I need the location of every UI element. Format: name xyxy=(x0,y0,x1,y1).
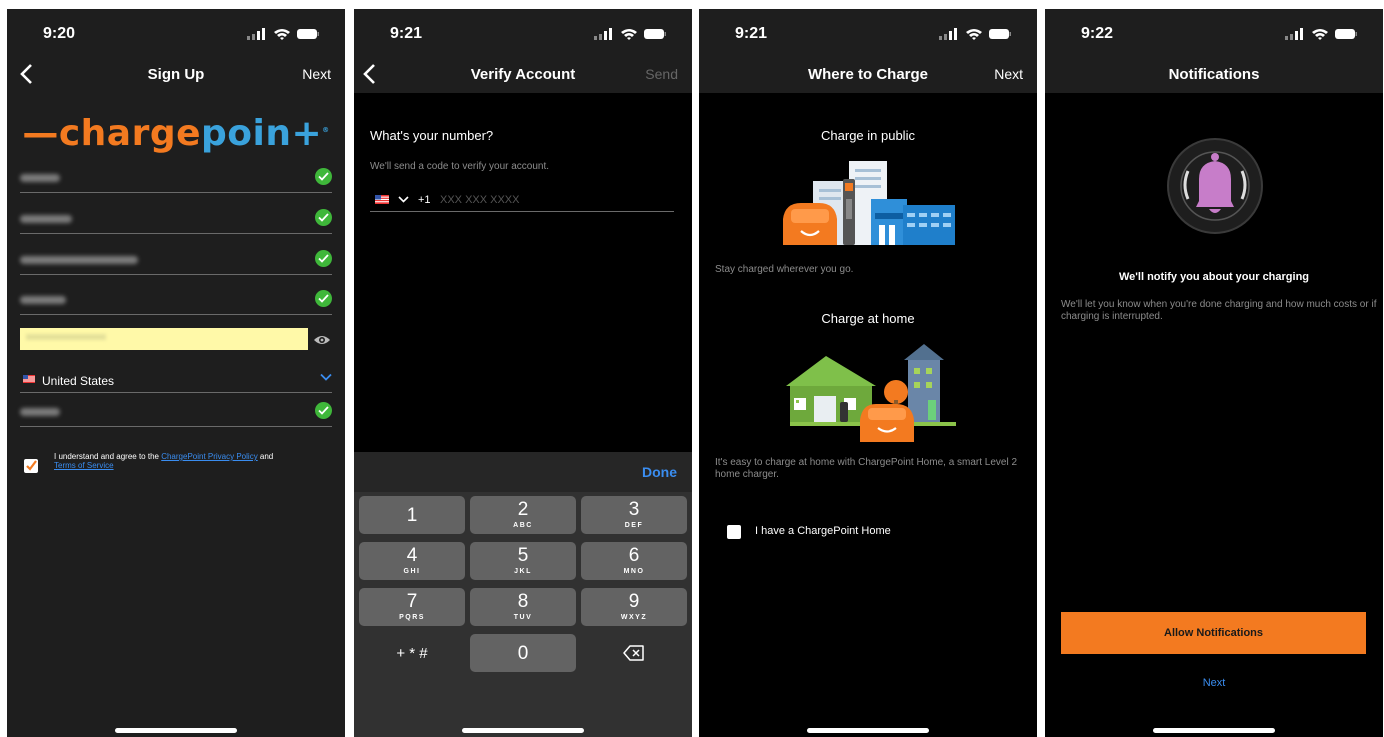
zip-code-field[interactable] xyxy=(20,399,332,427)
eye-icon[interactable] xyxy=(313,334,331,346)
city-charging-illustration xyxy=(783,161,955,245)
key-4[interactable]: 4 GHI xyxy=(359,542,465,580)
country-code: +1 xyxy=(418,194,431,206)
notifications-screen: 9:22 Notifications We'll notify you abou… xyxy=(1045,9,1383,737)
last-name-field[interactable] xyxy=(20,206,332,234)
chargepoint-logo: —chargepoin+® xyxy=(22,113,330,154)
chevron-down-icon[interactable] xyxy=(398,196,409,203)
home-indicator[interactable] xyxy=(1153,728,1275,733)
redacted-value xyxy=(20,296,66,304)
home-indicator[interactable] xyxy=(115,728,237,733)
public-description: Stay charged wherever you go. xyxy=(715,264,854,275)
status-bar: 9:21 xyxy=(354,9,692,55)
status-time: 9:22 xyxy=(1081,25,1114,42)
next-button[interactable]: Next xyxy=(994,66,1023,82)
redacted-value xyxy=(20,408,60,416)
checkmark-icon xyxy=(26,460,37,471)
next-button[interactable]: Next xyxy=(302,66,331,82)
redacted-value xyxy=(20,256,138,264)
check-circle-icon xyxy=(315,290,332,307)
home-indicator[interactable] xyxy=(807,728,929,733)
terms-of-service-link[interactable]: Terms of Service xyxy=(54,461,114,470)
check-circle-icon xyxy=(315,250,332,267)
redacted-value xyxy=(20,215,72,223)
notify-description: We'll let you know when you're done char… xyxy=(1061,299,1377,322)
chevron-down-icon xyxy=(320,373,332,381)
country-value: United States xyxy=(42,374,115,388)
key-0[interactable]: 0 xyxy=(470,634,576,672)
check-circle-icon xyxy=(315,402,332,419)
redacted-value xyxy=(20,174,60,182)
send-button[interactable]: Send xyxy=(645,66,678,82)
home-charging-illustration xyxy=(786,344,956,442)
signup-screen: 9:20 Sign Up Next —chargepoin+® United S… xyxy=(7,9,345,737)
key-6[interactable]: 6 MNO xyxy=(581,542,687,580)
verify-account-screen: 9:21 Verify Account Send What's your num… xyxy=(354,9,692,737)
check-circle-icon xyxy=(315,209,332,226)
email-field[interactable] xyxy=(20,247,332,275)
navigation-bar: Notifications xyxy=(1045,55,1383,93)
chargepoint-home-checkbox[interactable] xyxy=(727,525,741,539)
system-status-icons xyxy=(1285,28,1357,40)
system-status-icons xyxy=(939,28,1011,40)
public-title: Charge in public xyxy=(821,128,915,143)
navigation-bar: Where to Charge Next xyxy=(699,55,1037,93)
key-2[interactable]: 2 ABC xyxy=(470,496,576,534)
navigation-bar: Sign Up Next xyxy=(7,55,345,93)
system-status-icons xyxy=(247,28,319,40)
system-status-icons xyxy=(594,28,666,40)
key-1[interactable]: 1 xyxy=(359,496,465,534)
home-title: Charge at home xyxy=(821,311,915,326)
done-button[interactable]: Done xyxy=(642,464,677,480)
us-flag-icon xyxy=(23,375,35,383)
privacy-policy-link[interactable]: ChargePoint Privacy Policy xyxy=(161,452,257,461)
page-title: Where to Charge xyxy=(807,66,928,83)
next-link[interactable]: Next xyxy=(1045,677,1383,689)
password-placeholder xyxy=(26,334,106,340)
numeric-keypad: 1 2 ABC 3 DEF 4 GHI 5 JKL 6 MNO 7 PQRS 8 TUV 9W… xyxy=(354,492,692,737)
keyboard-toolbar: Done xyxy=(354,452,692,492)
phone-heading: What's your number? xyxy=(370,128,494,143)
page-title: Verify Account xyxy=(470,66,576,83)
key-9[interactable]: 9 WXYZ xyxy=(581,588,687,626)
phone-number-input-row[interactable]: +1 XXX XXX XXXX xyxy=(370,189,674,212)
key-7[interactable]: 7 PQRS xyxy=(359,588,465,626)
allow-notifications-button[interactable]: Allow Notifications xyxy=(1061,612,1366,654)
status-bar: 9:21 xyxy=(699,9,1037,55)
bell-icon xyxy=(1167,138,1263,234)
key-5[interactable]: 5 JKL xyxy=(470,542,576,580)
status-time: 9:20 xyxy=(43,25,76,42)
status-time: 9:21 xyxy=(735,25,768,42)
password-input[interactable] xyxy=(20,328,308,350)
home-indicator[interactable] xyxy=(462,728,584,733)
where-to-charge-screen: 9:21 Where to Charge Next Charge in publ… xyxy=(699,9,1037,737)
backspace-icon xyxy=(623,645,644,661)
country-select[interactable]: United States xyxy=(20,367,332,393)
notify-heading: We'll notify you about your charging xyxy=(1118,271,1310,283)
terms-checkbox[interactable] xyxy=(24,459,38,473)
key-8[interactable]: 8 TUV xyxy=(470,588,576,626)
page-title: Sign Up xyxy=(147,66,205,83)
username-field[interactable] xyxy=(20,287,332,315)
home-description: It's easy to charge at home with ChargeP… xyxy=(715,457,1018,480)
status-bar: 9:20 xyxy=(7,9,345,55)
key-symbols[interactable]: + * # xyxy=(359,634,465,672)
check-circle-icon xyxy=(315,168,332,185)
page-title: Notifications xyxy=(1168,66,1260,83)
status-bar: 9:22 xyxy=(1045,9,1383,55)
key-delete[interactable] xyxy=(581,634,687,672)
first-name-field[interactable] xyxy=(20,165,332,193)
phone-subtitle: We'll send a code to verify your account… xyxy=(370,161,550,172)
phone-input[interactable]: XXX XXX XXXX xyxy=(440,194,519,206)
us-flag-icon[interactable] xyxy=(375,195,389,204)
key-3[interactable]: 3 DEF xyxy=(581,496,687,534)
status-time: 9:21 xyxy=(390,25,423,42)
terms-agreement-text: I understand and agree to the ChargePoin… xyxy=(54,452,274,470)
navigation-bar: Verify Account Send xyxy=(354,55,692,93)
chargepoint-home-label[interactable]: I have a ChargePoint Home xyxy=(755,525,891,537)
